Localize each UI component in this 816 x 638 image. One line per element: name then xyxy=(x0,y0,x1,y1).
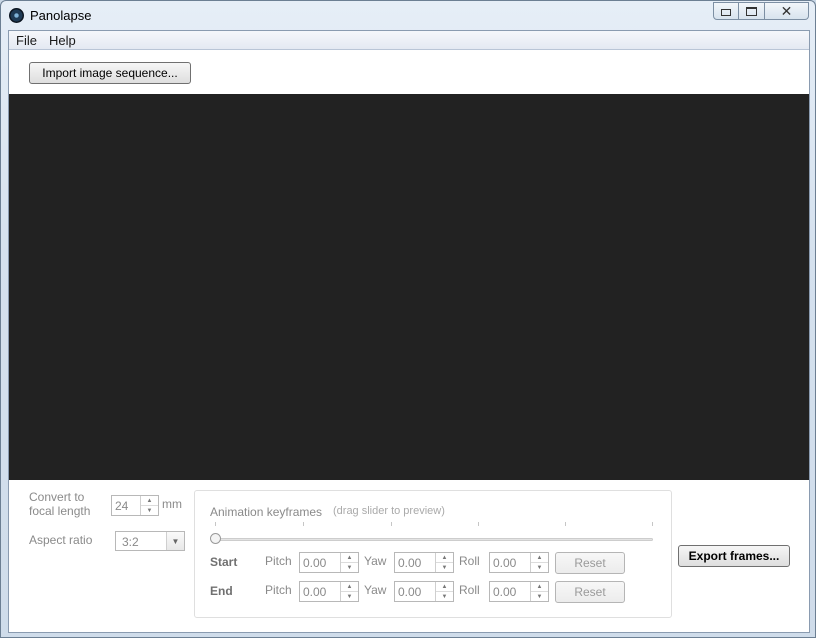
menu-bar: File Help xyxy=(9,31,809,50)
focal-length-stepper[interactable]: 24 ▲ ▼ xyxy=(111,495,159,516)
up-arrow-icon[interactable]: ▲ xyxy=(341,553,358,562)
end-row-label: End xyxy=(210,584,233,598)
up-arrow-icon[interactable]: ▲ xyxy=(436,582,453,591)
start-roll-arrows[interactable]: ▲ ▼ xyxy=(530,553,548,572)
end-yaw-arrows[interactable]: ▲ ▼ xyxy=(435,582,453,601)
start-yaw-stepper[interactable]: 0.00 ▲ ▼ xyxy=(394,552,454,573)
focal-length-value[interactable]: 24 xyxy=(112,496,140,515)
down-arrow-icon[interactable]: ▼ xyxy=(531,591,548,601)
end-pitch-label: Pitch xyxy=(265,583,292,597)
slider-tick xyxy=(478,522,479,526)
slider-tick xyxy=(652,522,653,526)
aspect-ratio-label: Aspect ratio xyxy=(29,533,93,547)
start-reset-button[interactable]: Reset xyxy=(555,552,625,574)
aspect-ratio-select[interactable]: 3:2 ▼ xyxy=(115,531,185,551)
app-window: Panolapse ✕ File Help Import image seque… xyxy=(0,0,816,638)
start-pitch-arrows[interactable]: ▲ ▼ xyxy=(340,553,358,572)
up-arrow-icon[interactable]: ▲ xyxy=(141,496,158,505)
menu-file[interactable]: File xyxy=(16,33,37,48)
start-yaw-label: Yaw xyxy=(364,554,387,568)
maximize-button[interactable] xyxy=(739,2,765,20)
slider-tick xyxy=(565,522,566,526)
down-arrow-icon[interactable]: ▼ xyxy=(341,562,358,572)
focal-length-unit: mm xyxy=(162,497,182,511)
preview-viewport[interactable] xyxy=(9,94,809,480)
end-pitch-arrows[interactable]: ▲ ▼ xyxy=(340,582,358,601)
slider-tick xyxy=(215,522,216,526)
end-roll-label: Roll xyxy=(459,583,480,597)
start-roll-label: Roll xyxy=(459,554,480,568)
end-reset-button[interactable]: Reset xyxy=(555,581,625,603)
close-button[interactable]: ✕ xyxy=(765,2,809,20)
down-arrow-icon[interactable]: ▼ xyxy=(141,505,158,515)
window-controls: ✕ xyxy=(713,2,809,20)
menu-help[interactable]: Help xyxy=(49,33,76,48)
down-arrow-icon[interactable]: ▼ xyxy=(341,591,358,601)
minimize-icon xyxy=(721,8,731,16)
start-yaw-arrows[interactable]: ▲ ▼ xyxy=(435,553,453,572)
end-yaw-stepper[interactable]: 0.00 ▲ ▼ xyxy=(394,581,454,602)
client-area: File Help Import image sequence... Conve… xyxy=(8,30,810,633)
start-roll-value[interactable]: 0.00 xyxy=(490,553,530,572)
focal-length-label-line2: focal length xyxy=(29,504,91,518)
start-yaw-value[interactable]: 0.00 xyxy=(395,553,435,572)
down-arrow-icon[interactable]: ▼ xyxy=(436,591,453,601)
keyframe-slider-thumb[interactable] xyxy=(210,533,221,544)
focal-length-label-line1: Convert to xyxy=(29,490,85,504)
start-row-label: Start xyxy=(210,555,238,569)
focal-length-arrows[interactable]: ▲ ▼ xyxy=(140,496,158,515)
title-bar[interactable]: Panolapse ✕ xyxy=(1,1,815,31)
keyframes-hint: (drag slider to preview) xyxy=(333,505,445,517)
keyframe-slider-track[interactable] xyxy=(215,538,653,541)
end-pitch-value[interactable]: 0.00 xyxy=(300,582,340,601)
animation-keyframes-group: Animation keyframes (drag slider to prev… xyxy=(194,490,672,618)
start-pitch-stepper[interactable]: 0.00 ▲ ▼ xyxy=(299,552,359,573)
end-roll-value[interactable]: 0.00 xyxy=(490,582,530,601)
end-yaw-label: Yaw xyxy=(364,583,387,597)
up-arrow-icon[interactable]: ▲ xyxy=(531,582,548,591)
close-icon: ✕ xyxy=(780,3,793,19)
aspect-ratio-value[interactable]: 3:2 xyxy=(116,532,166,550)
up-arrow-icon[interactable]: ▲ xyxy=(436,553,453,562)
slider-tick xyxy=(303,522,304,526)
slider-tick xyxy=(391,522,392,526)
window-title: Panolapse xyxy=(30,8,92,23)
start-pitch-label: Pitch xyxy=(265,554,292,568)
up-arrow-icon[interactable]: ▲ xyxy=(341,582,358,591)
start-roll-stepper[interactable]: 0.00 ▲ ▼ xyxy=(489,552,549,573)
end-yaw-value[interactable]: 0.00 xyxy=(395,582,435,601)
down-arrow-icon[interactable]: ▼ xyxy=(436,562,453,572)
keyframes-title: Animation keyframes xyxy=(210,505,323,519)
end-pitch-stepper[interactable]: 0.00 ▲ ▼ xyxy=(299,581,359,602)
panolapse-lens-icon xyxy=(9,8,24,23)
end-roll-arrows[interactable]: ▲ ▼ xyxy=(530,582,548,601)
import-image-sequence-button[interactable]: Import image sequence... xyxy=(29,62,191,84)
chevron-down-icon[interactable]: ▼ xyxy=(166,532,184,550)
end-roll-stepper[interactable]: 0.00 ▲ ▼ xyxy=(489,581,549,602)
minimize-button[interactable] xyxy=(713,2,739,20)
down-arrow-icon[interactable]: ▼ xyxy=(531,562,548,572)
start-pitch-value[interactable]: 0.00 xyxy=(300,553,340,572)
up-arrow-icon[interactable]: ▲ xyxy=(531,553,548,562)
export-frames-button[interactable]: Export frames... xyxy=(678,545,790,567)
maximize-icon xyxy=(746,6,757,16)
